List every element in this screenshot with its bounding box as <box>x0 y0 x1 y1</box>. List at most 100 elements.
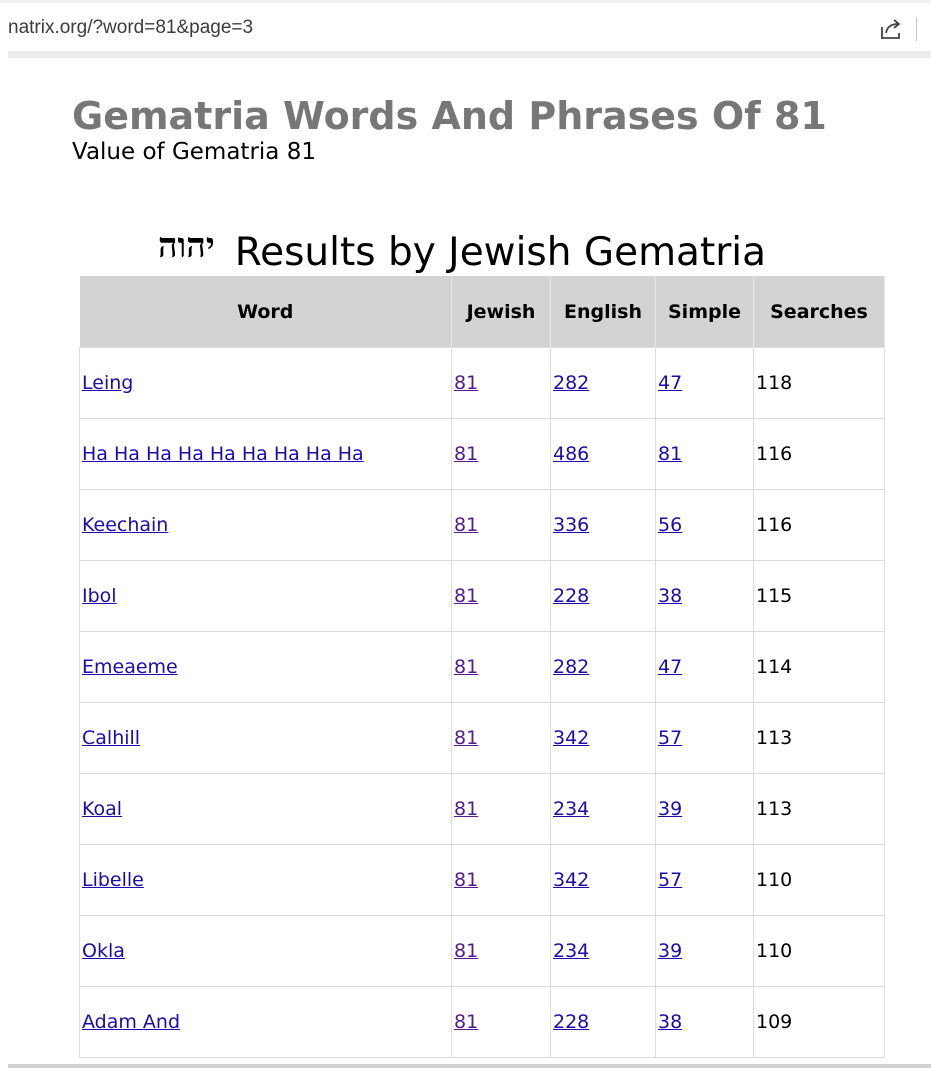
table-row: Libelle 81 342 57 110 <box>79 844 885 916</box>
cell-searches: 116 <box>753 418 885 490</box>
toolbar-divider <box>916 17 917 41</box>
jewish-link[interactable]: 81 <box>454 443 478 465</box>
simple-link[interactable]: 57 <box>658 727 682 749</box>
searches-count: 113 <box>756 798 793 820</box>
searches-count: 110 <box>756 869 793 891</box>
searches-count: 116 <box>756 514 793 536</box>
cell-jewish: 81 <box>451 560 551 632</box>
cell-word: Ha Ha Ha Ha Ha Ha Ha Ha Ha <box>79 418 452 490</box>
cell-jewish: 81 <box>451 915 551 987</box>
cell-english: 228 <box>550 560 656 632</box>
word-link[interactable]: Leing <box>82 372 133 394</box>
jewish-link[interactable]: 81 <box>454 372 478 394</box>
searches-count: 115 <box>756 585 793 607</box>
word-link[interactable]: Okla <box>82 940 125 962</box>
jewish-link[interactable]: 81 <box>454 727 478 749</box>
cell-jewish: 81 <box>451 489 551 561</box>
simple-link[interactable]: 57 <box>658 869 682 891</box>
cell-word: Emeaeme <box>79 631 452 703</box>
english-link[interactable]: 234 <box>553 940 589 962</box>
word-link[interactable]: Ibol <box>82 585 117 607</box>
searches-count: 110 <box>756 940 793 962</box>
cell-simple: 57 <box>655 702 754 774</box>
jewish-link[interactable]: 81 <box>454 869 478 891</box>
jewish-link[interactable]: 81 <box>454 798 478 820</box>
word-link[interactable]: Emeaeme <box>82 656 178 678</box>
simple-link[interactable]: 47 <box>658 656 682 678</box>
results-body: Leing 81 282 47 118 Ha Ha Ha Ha Ha Ha Ha Ha H… <box>79 347 885 1058</box>
cell-jewish: 81 <box>451 702 551 774</box>
searches-count: 109 <box>756 1011 793 1033</box>
jewish-link[interactable]: 81 <box>454 940 478 962</box>
cell-jewish: 81 <box>451 986 551 1058</box>
english-link[interactable]: 282 <box>553 656 589 678</box>
results-table: Word Jewish English Simple Searches Lein… <box>79 276 885 1058</box>
cell-simple: 57 <box>655 844 754 916</box>
table-row: Ibol 81 228 38 115 <box>79 560 885 632</box>
cell-searches: 115 <box>753 560 885 632</box>
word-link[interactable]: Adam And <box>82 1011 180 1033</box>
simple-link[interactable]: 38 <box>658 585 682 607</box>
column-header-english: English <box>550 276 656 348</box>
simple-link[interactable]: 39 <box>658 940 682 962</box>
simple-link[interactable]: 81 <box>658 443 682 465</box>
english-link[interactable]: 234 <box>553 798 589 820</box>
share-icon[interactable] <box>877 15 905 43</box>
searches-count: 116 <box>756 443 793 465</box>
table-row: Emeaeme 81 282 47 114 <box>79 631 885 703</box>
english-link[interactable]: 282 <box>553 372 589 394</box>
word-link[interactable]: Libelle <box>82 869 144 891</box>
cell-simple: 56 <box>655 489 754 561</box>
cell-simple: 47 <box>655 631 754 703</box>
english-link[interactable]: 228 <box>553 1011 589 1033</box>
english-link[interactable]: 336 <box>553 514 589 536</box>
table-row: Adam And 81 228 38 109 <box>79 986 885 1058</box>
cell-searches: 118 <box>753 347 885 419</box>
simple-link[interactable]: 56 <box>658 514 682 536</box>
address-bar[interactable]: natrix.org/?word=81&page=3 <box>0 0 931 54</box>
searches-count: 118 <box>756 372 793 394</box>
results-heading: יהוה Results by Jewish Gematria <box>158 227 766 277</box>
cell-word: Okla <box>79 915 452 987</box>
simple-link[interactable]: 39 <box>658 798 682 820</box>
cell-jewish: 81 <box>451 347 551 419</box>
column-header-searches: Searches <box>753 276 885 348</box>
cell-simple: 81 <box>655 418 754 490</box>
table-row: Ha Ha Ha Ha Ha Ha Ha Ha Ha 81 486 81 116 <box>79 418 885 490</box>
cell-jewish: 81 <box>451 773 551 845</box>
column-header-simple: Simple <box>655 276 754 348</box>
cell-searches: 113 <box>753 702 885 774</box>
english-link[interactable]: 342 <box>553 727 589 749</box>
english-link[interactable]: 342 <box>553 869 589 891</box>
jewish-link[interactable]: 81 <box>454 1011 478 1033</box>
cell-searches: 110 <box>753 844 885 916</box>
cell-searches: 114 <box>753 631 885 703</box>
simple-link[interactable]: 38 <box>658 1011 682 1033</box>
cell-english: 336 <box>550 489 656 561</box>
cell-jewish: 81 <box>451 631 551 703</box>
results-heading-text: Results by Jewish Gematria <box>234 229 767 275</box>
word-link[interactable]: Keechain <box>82 514 168 536</box>
cell-simple: 47 <box>655 347 754 419</box>
jewish-link[interactable]: 81 <box>454 656 478 678</box>
word-link[interactable]: Koal <box>82 798 122 820</box>
english-link[interactable]: 228 <box>553 585 589 607</box>
page-subtitle: Value of Gematria 81 <box>72 139 316 165</box>
searches-count: 113 <box>756 727 793 749</box>
cell-english: 342 <box>550 844 656 916</box>
cell-word: Calhill <box>79 702 452 774</box>
cell-word: Koal <box>79 773 452 845</box>
simple-link[interactable]: 47 <box>658 372 682 394</box>
word-link[interactable]: Calhill <box>82 727 140 749</box>
word-link[interactable]: Ha Ha Ha Ha Ha Ha Ha Ha Ha <box>82 443 364 465</box>
url-text[interactable]: natrix.org/?word=81&page=3 <box>8 17 253 39</box>
jewish-link[interactable]: 81 <box>454 514 478 536</box>
table-row: Calhill 81 342 57 113 <box>79 702 885 774</box>
table-header-row: Word Jewish English Simple Searches <box>79 276 885 348</box>
cell-jewish: 81 <box>451 844 551 916</box>
cell-word: Adam And <box>79 986 452 1058</box>
jewish-link[interactable]: 81 <box>454 585 478 607</box>
hebrew-tetragrammaton-icon: יהוה <box>158 226 215 266</box>
cell-english: 282 <box>550 631 656 703</box>
english-link[interactable]: 486 <box>553 443 589 465</box>
